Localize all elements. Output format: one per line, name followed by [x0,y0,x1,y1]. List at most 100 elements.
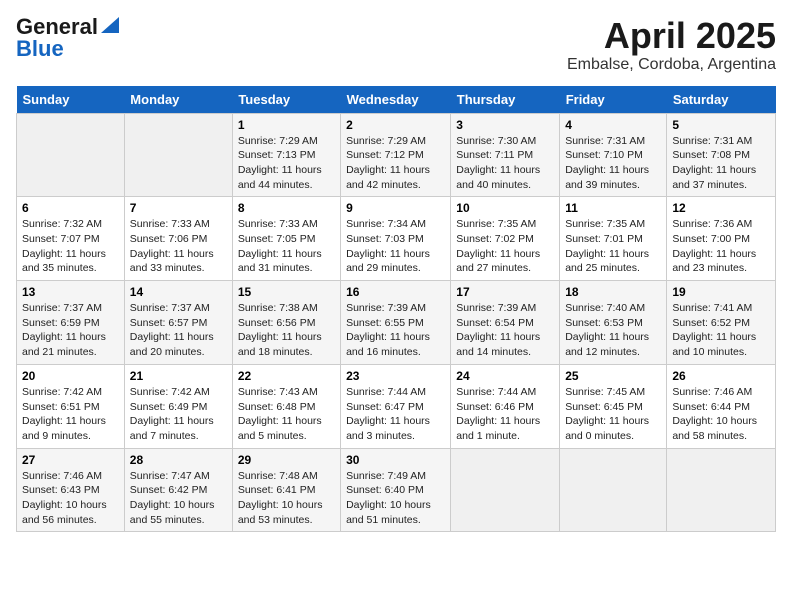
day-info: Sunrise: 7:37 AMSunset: 6:59 PMDaylight:… [22,301,119,360]
calendar-cell: 7Sunrise: 7:33 AMSunset: 7:06 PMDaylight… [124,197,232,281]
calendar-cell: 14 Sunrise: 7:37 AMSunset: 6:57 PMDayligh… [124,281,232,365]
calendar-header-row: SundayMondayTuesdayWednesdayThursdayFrid… [17,86,776,114]
day-info: Sunrise: 7:41 AMSunset: 6:52 PMDaylight:… [672,301,770,360]
calendar-cell: 28 Sunrise: 7:47 AMSunset: 6:42 PMDayligh… [124,448,232,532]
day-number: 19 [672,285,770,299]
day-number: 27 [22,453,119,467]
calendar-cell: 16 Sunrise: 7:39 AMSunset: 6:55 PMDayligh… [341,281,451,365]
day-info: Sunrise: 7:42 AMSunset: 6:49 PMDaylight:… [130,385,227,444]
day-info: Sunrise: 7:39 AMSunset: 6:55 PMDaylight:… [346,301,445,360]
day-info: Sunrise: 7:36 AMSunset: 7:00 PMDaylight:… [672,217,770,276]
day-number: 15 [238,285,335,299]
day-number: 11 [565,201,661,215]
calendar-cell: 25Sunrise: 7:45 AMSunset: 6:45 PMDayligh… [560,364,667,448]
day-info: Sunrise: 7:48 AMSunset: 6:41 PMDaylight:… [238,469,335,528]
day-number: 23 [346,369,445,383]
calendar-cell: 19 Sunrise: 7:41 AMSunset: 6:52 PMDayligh… [667,281,776,365]
calendar-cell: 2 Sunrise: 7:29 AMSunset: 7:12 PMDaylight… [341,113,451,197]
day-number: 10 [456,201,554,215]
day-number: 9 [346,201,445,215]
calendar-cell: 4Sunrise: 7:31 AMSunset: 7:10 PMDaylight… [560,113,667,197]
day-number: 24 [456,369,554,383]
day-number: 25 [565,369,661,383]
title-block: April 2025 Embalse, Cordoba, Argentina [567,16,776,74]
calendar-cell: 27Sunrise: 7:46 AMSunset: 6:43 PMDayligh… [17,448,125,532]
day-number: 21 [130,369,227,383]
calendar-cell: 3 Sunrise: 7:30 AMSunset: 7:11 PMDaylight… [451,113,560,197]
day-info: Sunrise: 7:35 AMSunset: 7:02 PMDaylight:… [456,217,554,276]
day-number: 20 [22,369,119,383]
day-info: Sunrise: 7:42 AMSunset: 6:51 PMDaylight:… [22,385,119,444]
day-number: 16 [346,285,445,299]
day-info: Sunrise: 7:29 AMSunset: 7:12 PMDaylight:… [346,134,445,193]
day-number: 14 [130,285,227,299]
logo-icon [101,17,119,33]
calendar-cell: 9 Sunrise: 7:34 AMSunset: 7:03 PMDaylight… [341,197,451,281]
calendar-cell [451,448,560,532]
calendar-week-3: 13 Sunrise: 7:37 AMSunset: 6:59 PMDayligh… [17,281,776,365]
calendar-cell: 17 Sunrise: 7:39 AMSunset: 6:54 PMDayligh… [451,281,560,365]
day-info: Sunrise: 7:31 AMSunset: 7:10 PMDaylight:… [565,134,661,193]
day-number: 17 [456,285,554,299]
day-number: 30 [346,453,445,467]
calendar-cell: 23 Sunrise: 7:44 AMSunset: 6:47 PMDayligh… [341,364,451,448]
calendar-cell: 10 Sunrise: 7:35 AMSunset: 7:02 PMDayligh… [451,197,560,281]
day-number: 6 [22,201,119,215]
header-thursday: Thursday [451,86,560,114]
calendar-cell: 22 Sunrise: 7:43 AMSunset: 6:48 PMDayligh… [232,364,340,448]
calendar-cell: 29 Sunrise: 7:48 AMSunset: 6:41 PMDayligh… [232,448,340,532]
calendar-cell: 30 Sunrise: 7:49 AMSunset: 6:40 PMDayligh… [341,448,451,532]
day-info: Sunrise: 7:37 AMSunset: 6:57 PMDaylight:… [130,301,227,360]
calendar-week-5: 27Sunrise: 7:46 AMSunset: 6:43 PMDayligh… [17,448,776,532]
header-saturday: Saturday [667,86,776,114]
day-number: 12 [672,201,770,215]
day-info: Sunrise: 7:46 AMSunset: 6:44 PMDaylight:… [672,385,770,444]
logo-blue-text: Blue [16,36,64,61]
header-monday: Monday [124,86,232,114]
calendar-cell: 18Sunrise: 7:40 AMSunset: 6:53 PMDayligh… [560,281,667,365]
page-header: General Blue April 2025 Embalse, Cordoba… [16,16,776,74]
header-friday: Friday [560,86,667,114]
day-info: Sunrise: 7:39 AMSunset: 6:54 PMDaylight:… [456,301,554,360]
day-number: 13 [22,285,119,299]
day-number: 7 [130,201,227,215]
calendar-cell [667,448,776,532]
day-info: Sunrise: 7:29 AMSunset: 7:13 PMDaylight:… [238,134,335,193]
calendar-cell: 5 Sunrise: 7:31 AMSunset: 7:08 PMDaylight… [667,113,776,197]
day-number: 3 [456,118,554,132]
calendar-cell: 13 Sunrise: 7:37 AMSunset: 6:59 PMDayligh… [17,281,125,365]
calendar-cell: 24Sunrise: 7:44 AMSunset: 6:46 PMDayligh… [451,364,560,448]
calendar-week-2: 6 Sunrise: 7:32 AMSunset: 7:07 PMDaylight… [17,197,776,281]
day-number: 28 [130,453,227,467]
day-info: Sunrise: 7:44 AMSunset: 6:47 PMDaylight:… [346,385,445,444]
header-wednesday: Wednesday [341,86,451,114]
logo-general-text: General [16,16,98,38]
header-tuesday: Tuesday [232,86,340,114]
day-number: 5 [672,118,770,132]
calendar-cell: 21 Sunrise: 7:42 AMSunset: 6:49 PMDayligh… [124,364,232,448]
day-number: 8 [238,201,335,215]
day-number: 2 [346,118,445,132]
day-info: Sunrise: 7:38 AMSunset: 6:56 PMDaylight:… [238,301,335,360]
calendar-cell: 26 Sunrise: 7:46 AMSunset: 6:44 PMDayligh… [667,364,776,448]
calendar-cell: 20 Sunrise: 7:42 AMSunset: 6:51 PMDayligh… [17,364,125,448]
calendar-cell: 8 Sunrise: 7:33 AMSunset: 7:05 PMDaylight… [232,197,340,281]
day-number: 22 [238,369,335,383]
day-number: 29 [238,453,335,467]
day-info: Sunrise: 7:35 AMSunset: 7:01 PMDaylight:… [565,217,661,276]
day-info: Sunrise: 7:47 AMSunset: 6:42 PMDaylight:… [130,469,227,528]
calendar-cell: 1Sunrise: 7:29 AMSunset: 7:13 PMDaylight… [232,113,340,197]
day-info: Sunrise: 7:43 AMSunset: 6:48 PMDaylight:… [238,385,335,444]
day-info: Sunrise: 7:49 AMSunset: 6:40 PMDaylight:… [346,469,445,528]
day-info: Sunrise: 7:33 AMSunset: 7:05 PMDaylight:… [238,217,335,276]
day-number: 18 [565,285,661,299]
header-sunday: Sunday [17,86,125,114]
day-number: 26 [672,369,770,383]
calendar-cell: 12 Sunrise: 7:36 AMSunset: 7:00 PMDayligh… [667,197,776,281]
day-info: Sunrise: 7:30 AMSunset: 7:11 PMDaylight:… [456,134,554,193]
calendar-cell: 6 Sunrise: 7:32 AMSunset: 7:07 PMDaylight… [17,197,125,281]
day-info: Sunrise: 7:31 AMSunset: 7:08 PMDaylight:… [672,134,770,193]
day-info: Sunrise: 7:32 AMSunset: 7:07 PMDaylight:… [22,217,119,276]
calendar-week-1: 1Sunrise: 7:29 AMSunset: 7:13 PMDaylight… [17,113,776,197]
day-info: Sunrise: 7:34 AMSunset: 7:03 PMDaylight:… [346,217,445,276]
